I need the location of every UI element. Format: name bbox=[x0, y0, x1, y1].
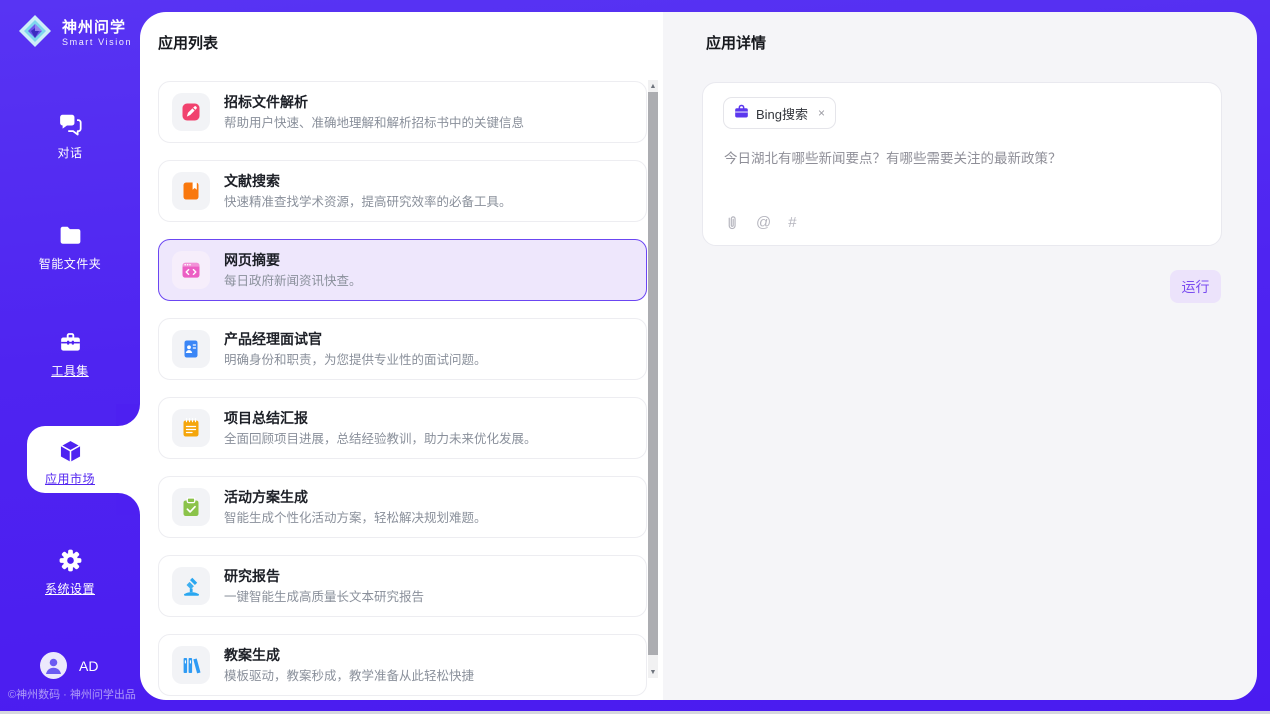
brand-name: 神州问学 bbox=[62, 19, 132, 37]
sidebar-item-settings[interactable]: 系统设置 bbox=[0, 547, 140, 597]
avatar[interactable] bbox=[40, 652, 67, 679]
run-button[interactable]: 运行 bbox=[1170, 270, 1221, 303]
sidebar: 神州问学 Smart Vision 对话智能文件夹工具集应用市场系统设置 AD … bbox=[0, 0, 140, 711]
app-card-name: 文献搜索 bbox=[224, 173, 512, 190]
app-card[interactable]: 文献搜索快速精准查找学术资源，提高研究效率的必备工具。 bbox=[158, 160, 647, 222]
sidebar-item-label: 系统设置 bbox=[45, 580, 95, 597]
app-list-title: 应用列表 bbox=[158, 32, 218, 53]
remove-tag-icon[interactable]: × bbox=[818, 106, 825, 120]
app-card[interactable]: 产品经理面试官明确身份和职责，为您提供专业性的面试问题。 bbox=[158, 318, 647, 380]
cube-icon bbox=[57, 437, 84, 464]
app-card-name: 项目总结汇报 bbox=[224, 410, 537, 427]
app-card-name: 网页摘要 bbox=[224, 252, 362, 269]
sidebar-item-label: 对话 bbox=[57, 144, 82, 161]
prompt-card: Bing搜索 × 今日湖北有哪些新闻要点？有哪些需要关注的最新政策？ @# bbox=[702, 82, 1222, 246]
app-card[interactable]: 招标文件解析帮助用户快速、准确地理解和解析招标书中的关键信息 bbox=[158, 81, 647, 143]
gear-icon bbox=[57, 547, 84, 574]
app-card-desc: 帮助用户快速、准确地理解和解析招标书中的关键信息 bbox=[224, 115, 524, 131]
app-card[interactable]: 网页摘要每日政府新闻资讯快查。 bbox=[158, 239, 647, 301]
scrollbar[interactable]: ▲ ▼ bbox=[648, 80, 658, 678]
app-card-name: 活动方案生成 bbox=[224, 489, 487, 506]
scroll-down-arrow-icon[interactable]: ▼ bbox=[648, 666, 658, 678]
app-card[interactable]: 项目总结汇报全面回顾项目进展，总结经验教训，助力未来优化发展。 bbox=[158, 397, 647, 459]
sidebar-item-market[interactable]: 应用市场 bbox=[0, 437, 140, 487]
app-card-name: 教案生成 bbox=[224, 647, 474, 664]
scroll-up-arrow-icon[interactable]: ▲ bbox=[648, 80, 658, 92]
books-icon bbox=[172, 646, 210, 684]
app-card-desc: 智能生成个性化活动方案，轻松解决规划难题。 bbox=[224, 510, 487, 526]
app-card-desc: 全面回顾项目进展，总结经验教训，助力未来优化发展。 bbox=[224, 431, 537, 447]
mention-icon[interactable]: @ bbox=[756, 215, 771, 231]
prompt-input[interactable]: 今日湖北有哪些新闻要点？有哪些需要关注的最新政策？ bbox=[724, 149, 1200, 168]
edit-doc-icon bbox=[172, 93, 210, 131]
main-panel: 应用列表 招标文件解析帮助用户快速、准确地理解和解析招标书中的关键信息文献搜索快… bbox=[140, 12, 1257, 700]
book-icon bbox=[172, 172, 210, 210]
folder-icon bbox=[57, 222, 84, 249]
hash-icon[interactable]: # bbox=[788, 215, 796, 231]
brand-logo: 神州问学 Smart Vision bbox=[16, 12, 132, 55]
notepad-icon bbox=[172, 409, 210, 447]
bubble-top-curve bbox=[116, 404, 140, 426]
microscope-icon bbox=[172, 567, 210, 605]
scrollbar-thumb[interactable] bbox=[648, 92, 658, 655]
interview-icon bbox=[172, 330, 210, 368]
bubble-bottom-curve bbox=[116, 493, 140, 515]
app-card-name: 招标文件解析 bbox=[224, 94, 524, 111]
chat-icon bbox=[57, 111, 84, 138]
user-row[interactable]: AD bbox=[40, 652, 98, 679]
app-card-name: 研究报告 bbox=[224, 568, 424, 585]
toolbox-icon bbox=[57, 329, 84, 356]
user-initials: AD bbox=[79, 658, 98, 674]
briefcase-icon bbox=[734, 104, 749, 122]
web-code-icon bbox=[172, 251, 210, 289]
sidebar-item-label: 应用市场 bbox=[45, 470, 95, 487]
clipboard-check-icon bbox=[172, 488, 210, 526]
copyright-text: ©神州数码 · 神州问学出品 bbox=[8, 686, 136, 702]
prompt-toolbar: @# bbox=[724, 214, 797, 231]
app-detail-pane: 应用详情 Bing搜索 × 今日湖北有哪些新闻要点？有哪些需要关注的最新政策？ … bbox=[663, 12, 1257, 700]
sidebar-item-label: 智能文件夹 bbox=[39, 255, 102, 272]
sidebar-item-tools[interactable]: 工具集 bbox=[0, 329, 140, 379]
app-detail-title: 应用详情 bbox=[706, 32, 766, 53]
app-card-desc: 模板驱动，教案秒成，教学准备从此轻松快捷 bbox=[224, 668, 474, 684]
sidebar-item-folders[interactable]: 智能文件夹 bbox=[0, 222, 140, 272]
app-card-desc: 明确身份和职责，为您提供专业性的面试问题。 bbox=[224, 352, 487, 368]
app-card[interactable]: 活动方案生成智能生成个性化活动方案，轻松解决规划难题。 bbox=[158, 476, 647, 538]
app-card-desc: 快速精准查找学术资源，提高研究效率的必备工具。 bbox=[224, 194, 512, 210]
app-card[interactable]: 教案生成模板驱动，教案秒成，教学准备从此轻松快捷 bbox=[158, 634, 647, 696]
app-list-pane: 应用列表 招标文件解析帮助用户快速、准确地理解和解析招标书中的关键信息文献搜索快… bbox=[140, 12, 663, 700]
app-card-desc: 每日政府新闻资讯快查。 bbox=[224, 273, 362, 289]
tool-tag-label: Bing搜索 bbox=[756, 104, 808, 123]
attachment-icon[interactable] bbox=[724, 214, 739, 231]
app-card-desc: 一键智能生成高质量长文本研究报告 bbox=[224, 589, 424, 605]
sidebar-item-label: 工具集 bbox=[51, 362, 89, 379]
app-card[interactable]: 研究报告一键智能生成高质量长文本研究报告 bbox=[158, 555, 647, 617]
sidebar-item-chat[interactable]: 对话 bbox=[0, 111, 140, 161]
app-card-name: 产品经理面试官 bbox=[224, 331, 487, 348]
tool-tag-bing-search[interactable]: Bing搜索 × bbox=[723, 97, 836, 129]
diamond-logo-icon bbox=[16, 12, 54, 55]
brand-subtitle: Smart Vision bbox=[62, 37, 132, 48]
